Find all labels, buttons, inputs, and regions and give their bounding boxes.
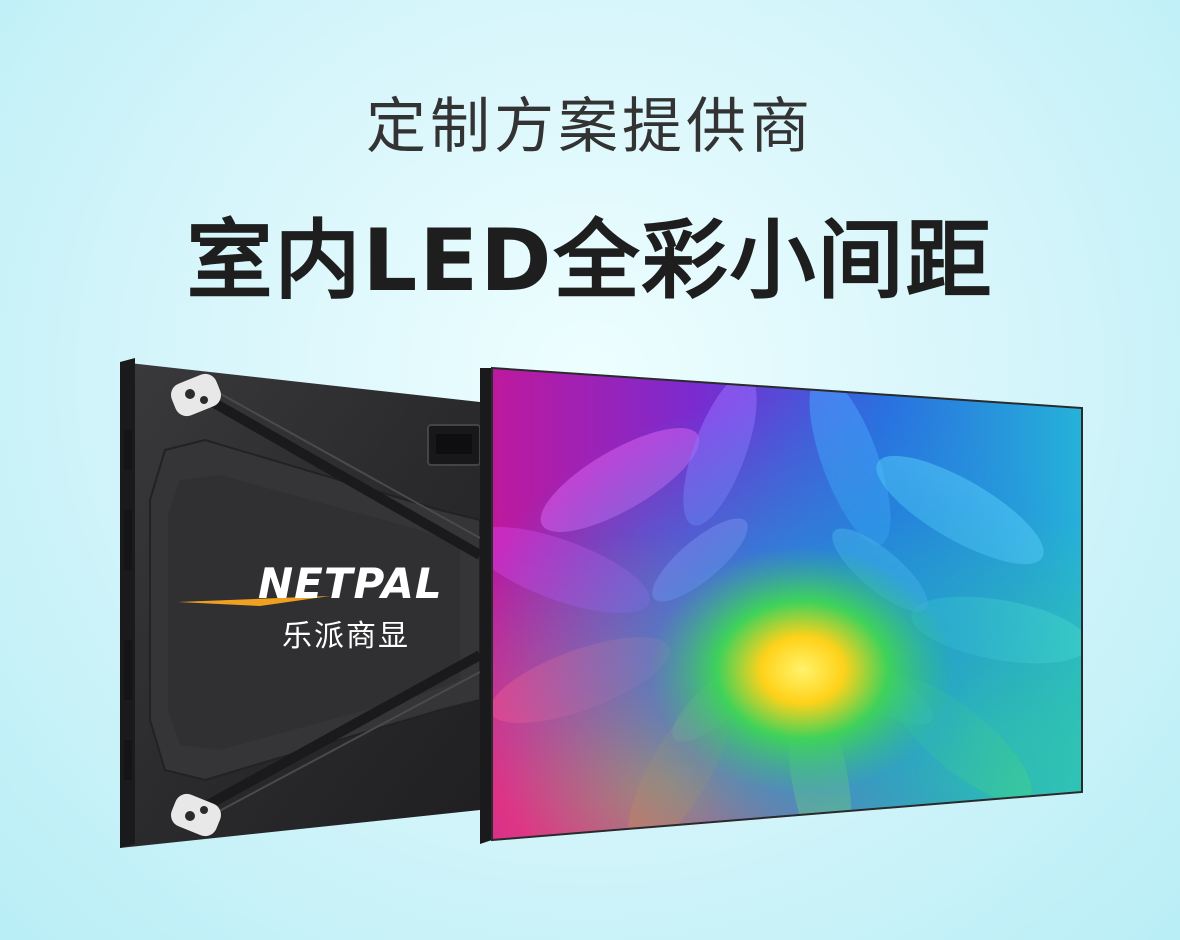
brand-logo: NETPAL	[258, 559, 443, 608]
led-cabinet-back: NETPAL 乐派商显	[120, 358, 483, 848]
led-screen-front	[480, 366, 1083, 844]
brand-subtitle: 乐派商显	[282, 619, 410, 654]
headline-subtitle: 定制方案提供商	[366, 92, 814, 162]
headline-title: 室内LED全彩小间距	[186, 211, 994, 311]
product-image: NETPAL 乐派商显	[0, 340, 1180, 900]
